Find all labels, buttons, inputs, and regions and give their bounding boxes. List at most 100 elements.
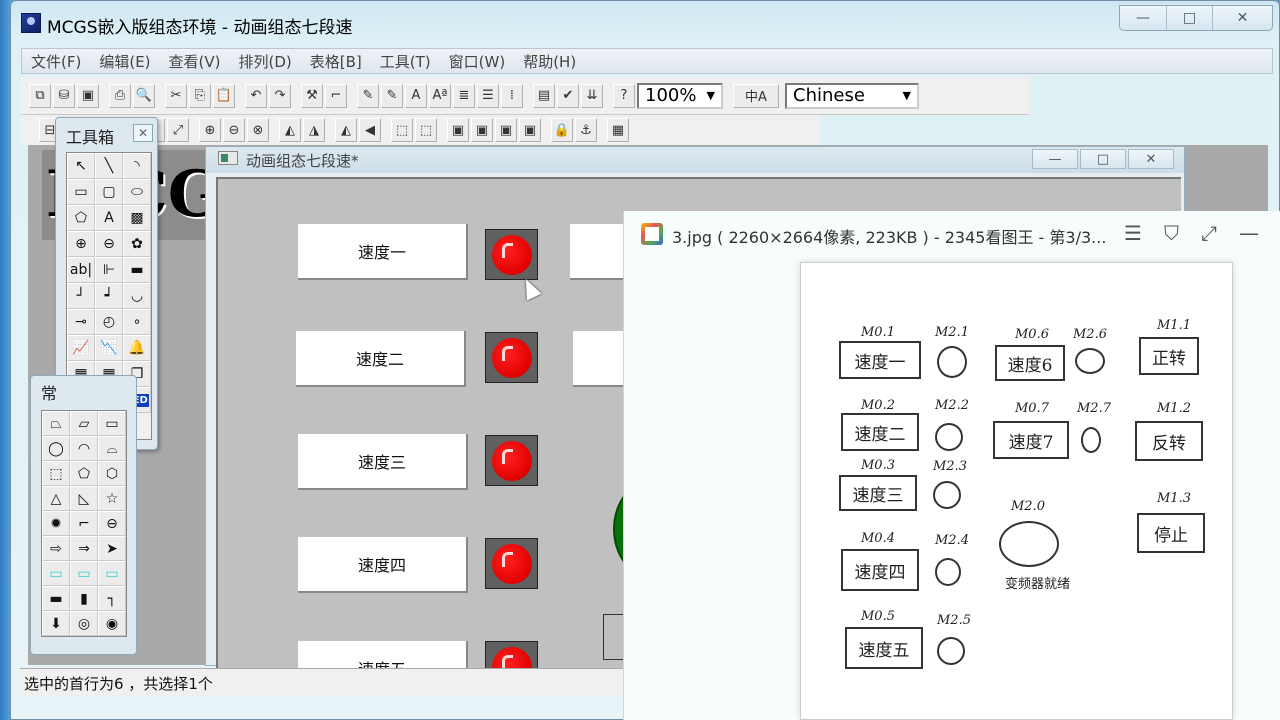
database-icon[interactable]: ⛁ [53, 83, 75, 108]
tool-switch[interactable]: ⊸ [67, 309, 95, 335]
tool-input-box[interactable]: ab| [67, 257, 95, 283]
shape-arrow-right[interactable]: ⇒ [70, 536, 98, 561]
tool-alarm[interactable]: 🔔 [123, 335, 151, 361]
text-color-icon[interactable]: A [405, 83, 427, 108]
tool-line[interactable]: ╲ [95, 153, 123, 179]
tool-insert-element[interactable]: ⊕ [67, 231, 95, 257]
bring-front-icon[interactable]: ▣ [447, 118, 469, 142]
viewer-minimize-icon[interactable]: — [1239, 221, 1259, 245]
tool-ellipse[interactable]: ⬭ [123, 179, 151, 205]
tool-gauge[interactable]: ◴ [95, 309, 123, 335]
shape-cylinder[interactable]: ⊖ [98, 511, 126, 536]
tool-bitmap[interactable]: ▩ [123, 205, 151, 231]
align-icon[interactable]: ☰ [477, 83, 499, 108]
menu-view[interactable]: 查看(V) [160, 51, 230, 72]
close-button[interactable]: ✕ [1212, 6, 1272, 30]
doc-maximize-button[interactable]: □ [1080, 149, 1126, 169]
tool-arc[interactable]: ◝ [123, 153, 151, 179]
shape-v-bar[interactable]: ▮ [70, 586, 98, 611]
print-preview-icon[interactable]: 🔍 [133, 83, 155, 108]
menu-arrange[interactable]: 排列(D) [230, 51, 301, 72]
tool-pipe-corner[interactable]: ┘ [67, 283, 95, 309]
help-icon[interactable]: ? [613, 83, 635, 108]
shape-speech[interactable]: ◠ [70, 436, 98, 461]
shape-cyan-rect-3[interactable]: ▭ [98, 561, 126, 586]
tool-save-element[interactable]: ⊖ [95, 231, 123, 257]
tool-slider[interactable]: ⊩ [95, 257, 123, 283]
chinese-input-button[interactable]: 中A [733, 83, 779, 108]
speed-button-6[interactable] [570, 224, 630, 280]
bring-forward-icon[interactable]: ▣ [495, 118, 517, 142]
flip-v-icon[interactable]: ◀ [359, 118, 381, 142]
redo-icon[interactable]: ↷ [269, 83, 291, 108]
menu-help[interactable]: 帮助(H) [514, 51, 585, 72]
shape-hexagon[interactable]: ⬡ [98, 461, 126, 486]
center-h-icon[interactable]: ⊕ [199, 118, 221, 142]
paste-icon[interactable]: 📋 [213, 83, 235, 108]
shape-cube[interactable]: ⬚ [42, 461, 70, 486]
rotate-left-icon[interactable]: ◭ [279, 118, 301, 142]
print-icon[interactable]: ⎙ [109, 83, 131, 108]
font-size-icon[interactable]: Aª [429, 83, 451, 108]
send-back-icon[interactable]: ▣ [471, 118, 493, 142]
palette-icon[interactable]: ▦ [607, 118, 629, 142]
font-color-icon[interactable]: ✎ [357, 83, 379, 108]
anchor-icon[interactable]: ⚓ [575, 118, 597, 142]
shape-donut[interactable]: ◉ [98, 611, 126, 636]
skin-icon[interactable]: ⛉ [1164, 221, 1179, 245]
minimize-button[interactable]: — [1120, 6, 1166, 30]
shape-gear[interactable]: ✹ [42, 511, 70, 536]
shape-cyan-rect-1[interactable]: ▭ [42, 561, 70, 586]
speed-button-4[interactable]: 速度四 [298, 537, 468, 593]
shape-star[interactable]: ☆ [98, 486, 126, 511]
tool-trend-chart[interactable]: 📈 [67, 335, 95, 361]
grid-icon[interactable]: ⁞ [501, 83, 523, 108]
save-icon[interactable]: ▣ [77, 83, 99, 108]
shape-triangle[interactable]: △ [42, 486, 70, 511]
lock-icon[interactable]: 🔒 [551, 118, 573, 142]
send-backward-icon[interactable]: ▣ [519, 118, 541, 142]
zoom-select[interactable]: 100% ▼ [637, 82, 723, 109]
tool-pipe-step[interactable]: ┙ [95, 283, 123, 309]
menu-file[interactable]: 文件(F) [22, 51, 90, 72]
shape-cyan-rect-2[interactable]: ▭ [70, 561, 98, 586]
shape-trapezoid[interactable]: ⏢ [42, 411, 70, 436]
tool-element-library[interactable]: ✿ [123, 231, 151, 257]
shape-shape-2[interactable]: ▱ [70, 411, 98, 436]
line-style-icon[interactable]: ≣ [453, 83, 475, 108]
rotate-right-icon[interactable]: ◮ [303, 118, 325, 142]
shape-pentagon[interactable]: ⬠ [70, 461, 98, 486]
tools-icon[interactable]: ⚒ [301, 83, 323, 108]
speed-button-2[interactable]: 速度二 [296, 331, 466, 387]
sort-icon[interactable]: ⇊ [581, 83, 603, 108]
same-size-icon[interactable]: ⤢ [167, 118, 189, 142]
shape-arrow-pentagon[interactable]: ⇨ [42, 536, 70, 561]
shape-probe[interactable]: ⬇ [42, 611, 70, 636]
tool-flow-bar[interactable]: ▬ [123, 257, 151, 283]
copy-icon[interactable]: ⎘ [189, 83, 211, 108]
doc-close-button[interactable]: ✕ [1128, 149, 1174, 169]
flip-h-icon[interactable]: ◭ [335, 118, 357, 142]
frame-icon[interactable]: ⌐ [325, 83, 347, 108]
indicator-lamp-1[interactable] [485, 229, 538, 280]
shape-corner[interactable]: ┐ [98, 586, 126, 611]
shape-h-bar[interactable]: ▬ [42, 586, 70, 611]
indicator-lamp-2[interactable] [485, 332, 538, 383]
speed-button-3[interactable]: 速度三 [298, 434, 468, 490]
indicator-lamp-3[interactable] [485, 435, 538, 486]
properties-icon[interactable]: ▤ [533, 83, 555, 108]
menu-edit[interactable]: 编辑(E) [90, 51, 159, 72]
tool-label[interactable]: A [95, 205, 123, 231]
language-select[interactable]: Chinese ▼ [785, 82, 919, 109]
indicator-lamp-4[interactable] [485, 538, 538, 589]
tool-rounded-rect[interactable]: ▢ [95, 179, 123, 205]
menu-window[interactable]: 窗口(W) [440, 51, 515, 72]
shape-step-shape[interactable]: ⌐ [70, 511, 98, 536]
group-icon[interactable]: ⬚ [391, 118, 413, 142]
menu-icon[interactable]: ☰ [1124, 221, 1142, 245]
tool-history-trend[interactable]: 📉 [95, 335, 123, 361]
center-v-icon[interactable]: ⊖ [223, 118, 245, 142]
maximize-button[interactable]: □ [1166, 6, 1212, 30]
tool-rotate[interactable]: ◡ [123, 283, 151, 309]
tool-pointer[interactable]: ↖ [67, 153, 95, 179]
